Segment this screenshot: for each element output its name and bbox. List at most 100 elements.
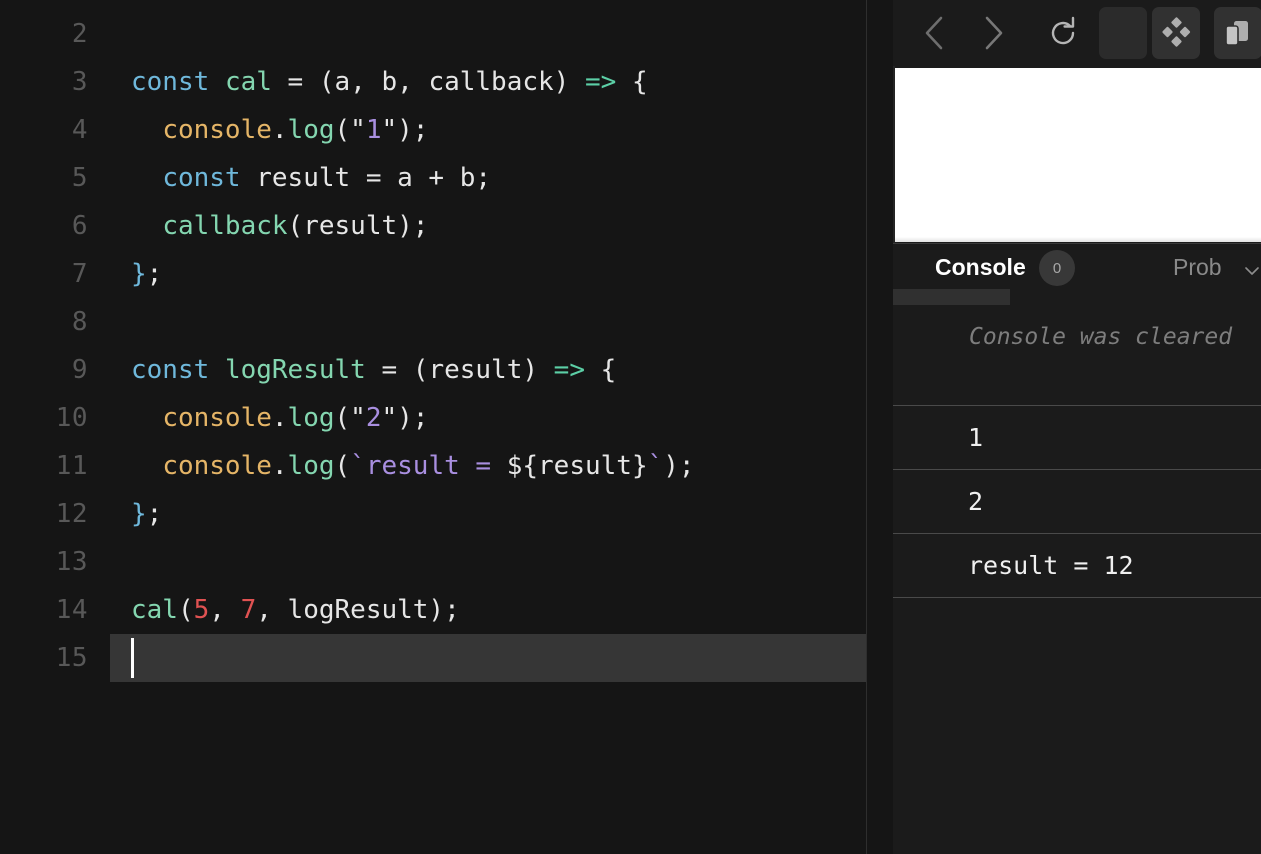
console-log-list[interactable]: Console was cleared 1 2 result = 12 (893, 306, 1261, 854)
code-line-text: const cal = (a, b, callback) => { (131, 58, 648, 106)
preview-panel: Console 0 Prob Console was cleared 1 2 r… (893, 0, 1261, 854)
code-line-text: }; (131, 250, 162, 298)
code-line[interactable]: 1 import (0, 0, 866, 10)
code-line[interactable]: 4 console.log("1"); (0, 106, 866, 154)
code-editor[interactable]: 1 import 2 3 const cal = (a, b, callback) =>… (0, 0, 866, 854)
code-token: => (584, 67, 617, 97)
code-line[interactable]: 13 (0, 538, 866, 586)
code-token: log (287, 403, 335, 433)
line-number: 10 (55, 403, 88, 433)
code-line[interactable]: 2 (0, 10, 866, 58)
active-line-highlight (110, 634, 866, 682)
browser-toolbar (893, 0, 1261, 66)
code-line-text: console.log("1"); (131, 106, 428, 154)
code-line-text: }; (131, 490, 162, 538)
code-token: 5 (193, 595, 210, 625)
code-token: , logResult); (256, 595, 460, 625)
line-number: 4 (71, 115, 88, 145)
tab-console[interactable]: Console (935, 252, 1026, 282)
code-token: cal (224, 67, 272, 97)
code-token: 2 (365, 403, 382, 433)
code-token: ; (146, 259, 163, 289)
code-token: log (287, 451, 335, 481)
code-line[interactable]: 11 console.log(`result = ${result}`); (0, 442, 866, 490)
line-number: 5 (71, 163, 88, 193)
console-log-row[interactable]: result = 12 (893, 533, 1261, 597)
console-log-message: 1 (968, 423, 984, 452)
code-token: (result); (287, 211, 429, 241)
chevron-right-icon[interactable] (971, 10, 1017, 56)
code-token: => (553, 355, 585, 385)
code-token: cal (131, 595, 178, 625)
line-number: 14 (55, 595, 88, 625)
code-line-text: const result = a + b; (131, 154, 491, 202)
console-log-message: 2 (968, 487, 984, 516)
text-cursor (131, 638, 134, 678)
code-line-list: 1 import 2 3 const cal = (a, b, callback) =>… (0, 0, 866, 682)
code-token: . (271, 451, 288, 481)
code-token: "); (381, 403, 429, 433)
code-line[interactable]: 10 console.log("2"); (0, 394, 866, 442)
code-token: console (162, 115, 272, 145)
layers-panel-icon[interactable] (1214, 7, 1261, 59)
code-token: ${result} (506, 451, 648, 481)
line-number: 9 (71, 355, 88, 385)
code-token: (" (334, 403, 366, 433)
code-token: `result = (350, 451, 507, 481)
pane-splitter[interactable] (867, 0, 893, 854)
line-number: 15 (55, 643, 88, 673)
code-token: { (584, 355, 617, 385)
code-line-text: callback(result); (131, 202, 428, 250)
preview-viewport[interactable] (895, 68, 1261, 242)
console-log-row[interactable]: 2 (893, 469, 1261, 533)
code-token: ( (177, 595, 194, 625)
code-token: (" (334, 115, 366, 145)
devtools-tab-bar: Console 0 Prob (893, 244, 1261, 290)
code-line[interactable]: 15 (0, 634, 866, 682)
code-token: ; (146, 499, 163, 529)
line-number: 3 (71, 67, 88, 97)
chevron-left-icon[interactable] (911, 10, 957, 56)
code-line[interactable]: 6 callback(result); (0, 202, 866, 250)
console-filter-toolbar[interactable] (893, 289, 1010, 305)
code-line[interactable]: 5 const result = a + b; (0, 154, 866, 202)
line-number: 6 (71, 211, 88, 241)
diamond-grid-icon[interactable] (1152, 7, 1200, 59)
code-token: . (271, 403, 288, 433)
code-line-text: cal(5, 7, logResult); (131, 586, 460, 634)
code-token: = (a, b, callback) (271, 67, 585, 97)
code-line[interactable]: 14 cal(5, 7, logResult); (0, 586, 866, 634)
code-token: ( (334, 451, 351, 481)
code-line[interactable]: 12}; (0, 490, 866, 538)
chevron-down-icon[interactable] (1245, 266, 1259, 276)
line-number: 11 (55, 451, 88, 481)
code-token: console (162, 403, 272, 433)
code-token: logResult (224, 355, 366, 385)
code-token: = (result) (365, 355, 554, 385)
console-log-row[interactable]: 1 (893, 405, 1261, 469)
code-token: } (131, 499, 147, 529)
line-number: 2 (71, 19, 88, 49)
line-number: 7 (71, 259, 88, 289)
code-token: } (131, 259, 147, 289)
code-token: ); (663, 451, 695, 481)
code-line[interactable]: 8 (0, 298, 866, 346)
devtools-panel: Console 0 Prob Console was cleared 1 2 r… (893, 243, 1261, 854)
code-line-text: console.log("2"); (131, 394, 428, 442)
line-number: 12 (55, 499, 88, 529)
line-number: 8 (71, 307, 88, 337)
tab-problems[interactable]: Prob (1173, 252, 1222, 282)
code-token: 7 (240, 595, 257, 625)
code-line[interactable]: 7}; (0, 250, 866, 298)
code-line[interactable]: 9 const logResult = (result) => { (0, 346, 866, 394)
blank-panel-icon[interactable] (1099, 7, 1147, 59)
code-line[interactable]: 3 const cal = (a, b, callback) => { (0, 58, 866, 106)
console-log-message: result = 12 (968, 551, 1134, 580)
reload-icon[interactable] (1040, 10, 1086, 56)
